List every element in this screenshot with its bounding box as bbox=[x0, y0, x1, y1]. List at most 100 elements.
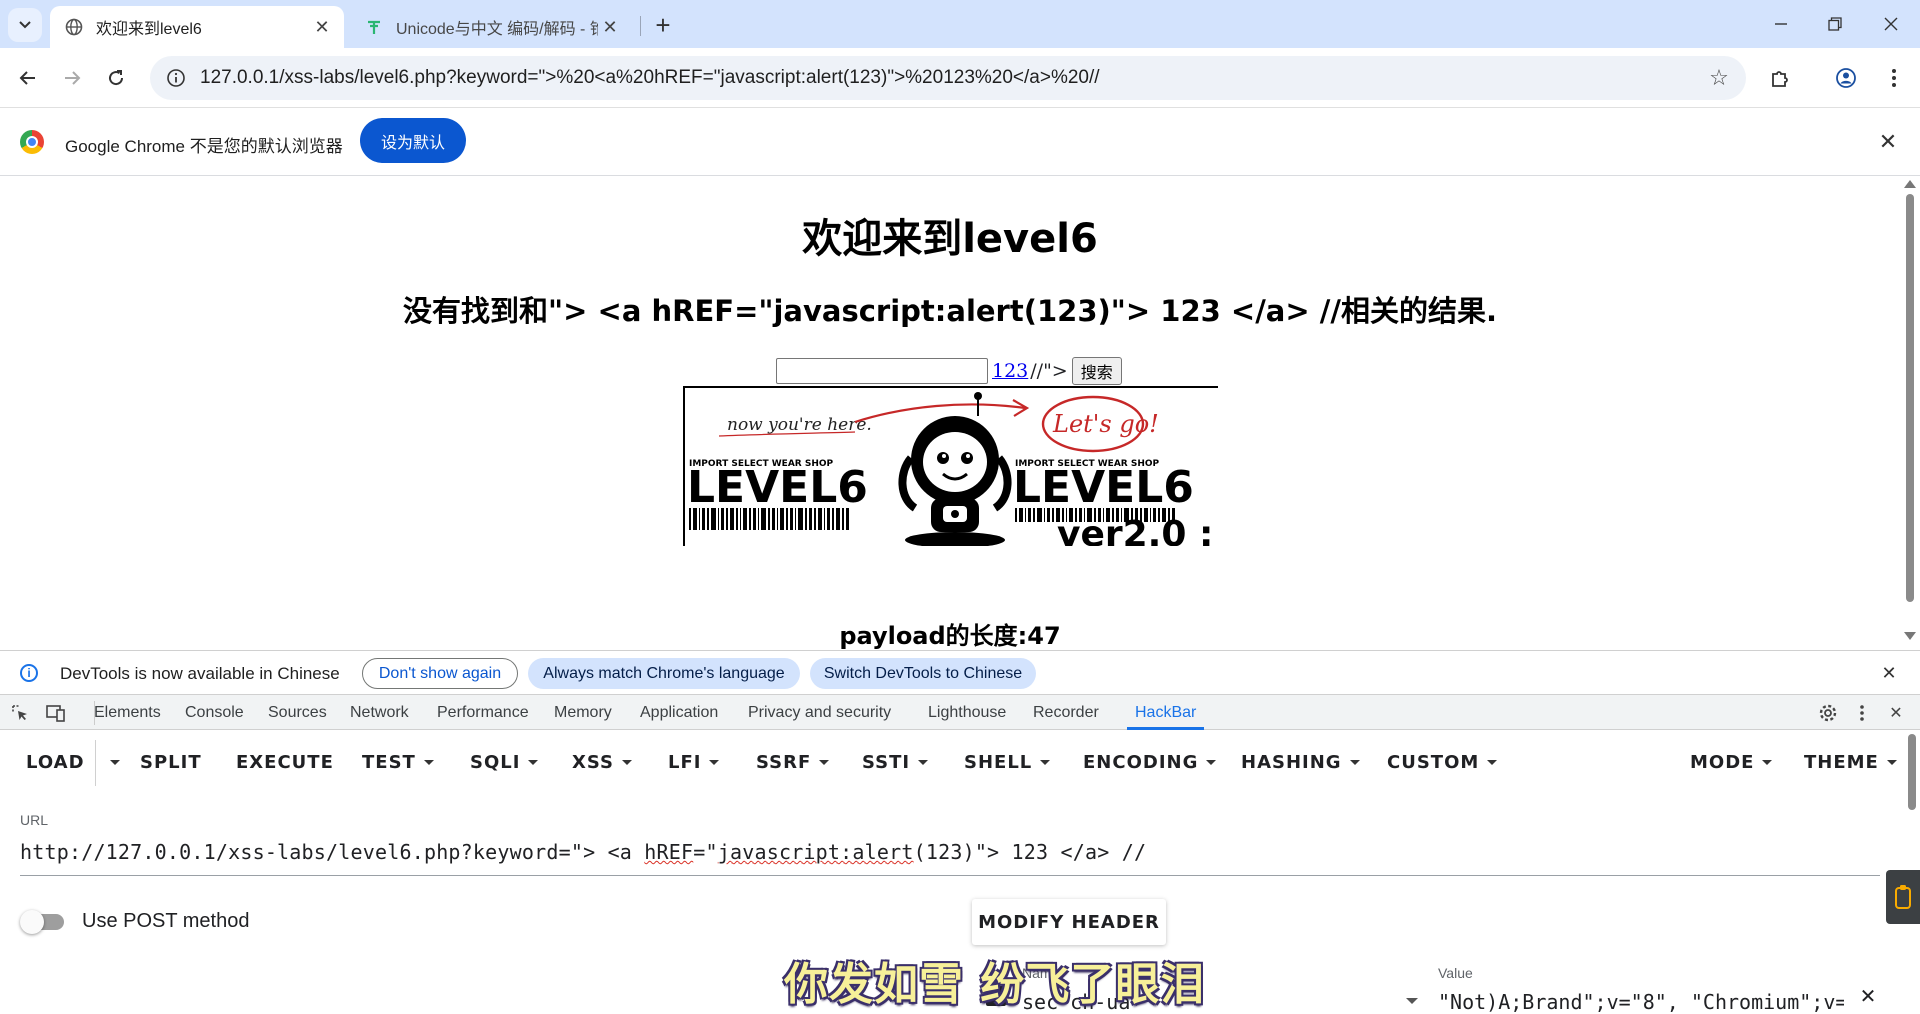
always-match-language-button[interactable]: Always match Chrome's language bbox=[528, 658, 800, 689]
shell-menu[interactable]: SHELL bbox=[964, 744, 1051, 780]
execute-button[interactable]: EXECUTE bbox=[236, 744, 334, 780]
url-textarea[interactable]: http://127.0.0.1/xss-labs/level6.php?key… bbox=[20, 840, 1880, 876]
ssrf-menu[interactable]: SSRF bbox=[756, 744, 830, 780]
tab-elements[interactable]: Elements bbox=[94, 695, 161, 730]
sqli-menu[interactable]: SQLI bbox=[470, 744, 539, 780]
hashing-label: HASHING bbox=[1241, 751, 1342, 773]
tab-level6[interactable]: 欢迎来到level6 ✕ bbox=[50, 6, 344, 48]
kebab-menu-icon[interactable] bbox=[1852, 703, 1872, 723]
forward-button[interactable] bbox=[54, 60, 90, 96]
plus-icon: + bbox=[655, 9, 671, 40]
encoding-label: ENCODING bbox=[1083, 751, 1199, 773]
ssti-menu[interactable]: SSTI bbox=[862, 744, 929, 780]
banner-level-left: LEVEL6 bbox=[687, 462, 868, 513]
url-label: URL bbox=[20, 812, 49, 828]
new-tab-button[interactable]: + bbox=[648, 10, 678, 40]
mode-menu[interactable]: MODE bbox=[1690, 744, 1773, 780]
close-window-button[interactable] bbox=[1862, 0, 1920, 48]
inspect-element-icon[interactable] bbox=[10, 703, 30, 723]
close-icon[interactable]: ✕ bbox=[1876, 129, 1900, 154]
custom-menu[interactable]: CUSTOM bbox=[1387, 744, 1498, 780]
load-button[interactable]: LOAD bbox=[26, 744, 85, 780]
scrollbar-thumb[interactable] bbox=[1908, 734, 1916, 810]
tab-search-button[interactable] bbox=[8, 8, 42, 42]
url-part: http://127.0.0.1/xss-labs/level6.php?key… bbox=[20, 840, 645, 864]
post-method-toggle[interactable] bbox=[20, 910, 68, 934]
chrome-menu-button[interactable] bbox=[1876, 60, 1912, 96]
search-form: 123 //"> 搜索 bbox=[776, 356, 1122, 386]
switch-devtools-chinese-button[interactable]: Switch DevTools to Chinese bbox=[810, 658, 1036, 689]
tab-hackbar[interactable]: HackBar bbox=[1126, 695, 1205, 730]
site-info-icon[interactable] bbox=[166, 68, 186, 88]
encoding-menu[interactable]: ENCODING bbox=[1083, 744, 1217, 780]
split-button[interactable]: SPLIT bbox=[140, 744, 202, 780]
kebab-menu-icon bbox=[1892, 69, 1896, 87]
caret-down-icon bbox=[1040, 759, 1051, 765]
caret-down-icon bbox=[1206, 759, 1217, 765]
button-divider bbox=[95, 740, 96, 786]
address-bar[interactable]: 127.0.0.1/xss-labs/level6.php?keyword=">… bbox=[150, 56, 1746, 100]
custom-label: CUSTOM bbox=[1387, 751, 1480, 773]
caret-down-icon bbox=[1349, 759, 1360, 765]
dropdown-caret-icon[interactable] bbox=[1406, 998, 1418, 1004]
test-menu[interactable]: TEST bbox=[362, 744, 434, 780]
close-tab-icon[interactable]: ✕ bbox=[310, 15, 334, 39]
caret-down-icon bbox=[1886, 759, 1897, 765]
back-button[interactable] bbox=[10, 60, 46, 96]
remove-header-icon[interactable]: ✕ bbox=[1856, 984, 1880, 1008]
minimize-button[interactable] bbox=[1752, 0, 1810, 48]
restore-button[interactable] bbox=[1806, 0, 1864, 48]
arrow-right-icon bbox=[65, 71, 81, 85]
banner-version: ver2.0 : bbox=[1057, 514, 1213, 546]
url-part: (123)"> 123 </a> // bbox=[913, 840, 1147, 864]
payload-length: payload的长度:47 bbox=[839, 622, 1061, 650]
url-part-href: hREF bbox=[644, 840, 694, 864]
search-result-text: 没有找到和"> <a hREF="javascript:alert(123)">… bbox=[403, 294, 1497, 328]
tab-privacy-security[interactable]: Privacy and security bbox=[748, 695, 891, 730]
scroll-down-arrow-icon[interactable] bbox=[1904, 632, 1916, 640]
scrollbar-thumb[interactable] bbox=[1906, 194, 1914, 602]
lfi-menu[interactable]: LFI bbox=[668, 744, 720, 780]
puzzle-icon bbox=[1772, 71, 1788, 87]
settings-gear-icon[interactable] bbox=[1818, 703, 1838, 723]
minimize-icon bbox=[1775, 23, 1787, 25]
tab-sources[interactable]: Sources bbox=[268, 695, 327, 730]
bookmark-star-icon[interactable]: ☆ bbox=[1704, 63, 1734, 93]
search-input[interactable] bbox=[776, 358, 988, 384]
tab-performance[interactable]: Performance bbox=[437, 695, 529, 730]
tab-recorder[interactable]: Recorder bbox=[1033, 695, 1099, 730]
extensions-button[interactable] bbox=[1762, 60, 1798, 96]
injected-link[interactable]: 123 bbox=[992, 360, 1028, 382]
hackbar-scrollbar[interactable] bbox=[1904, 730, 1920, 1014]
page-scrollbar[interactable] bbox=[1900, 176, 1920, 650]
tab-application[interactable]: Application bbox=[640, 695, 718, 730]
sqli-label: SQLI bbox=[470, 751, 521, 773]
tab-lighthouse[interactable]: Lighthouse bbox=[928, 695, 1006, 730]
dont-show-again-button[interactable]: Don't show again bbox=[362, 658, 518, 689]
load-label: LOAD bbox=[26, 751, 85, 773]
hashing-menu[interactable]: HASHING bbox=[1241, 744, 1360, 780]
scroll-up-arrow-icon[interactable] bbox=[1904, 180, 1916, 188]
barcode-left bbox=[689, 508, 849, 530]
close-devtools-icon[interactable]: ✕ bbox=[1886, 703, 1906, 723]
page-heading: 欢迎来到level6 bbox=[802, 216, 1098, 262]
device-toolbar-icon[interactable] bbox=[46, 703, 66, 723]
theme-menu[interactable]: THEME bbox=[1804, 744, 1897, 780]
address-url[interactable]: 127.0.0.1/xss-labs/level6.php?keyword=">… bbox=[200, 67, 1704, 89]
tab-console[interactable]: Console bbox=[185, 695, 244, 730]
close-tab-icon[interactable]: ✕ bbox=[598, 15, 622, 39]
profile-button[interactable] bbox=[1828, 60, 1864, 96]
xss-menu[interactable]: XSS bbox=[572, 744, 632, 780]
set-default-button[interactable]: 设为默认 bbox=[360, 118, 466, 163]
tab-network[interactable]: Network bbox=[350, 695, 409, 730]
tab-unicode[interactable]: Unicode与中文 编码/解码 - 锥 ✕ bbox=[350, 6, 632, 48]
close-icon[interactable]: ✕ bbox=[1878, 662, 1900, 684]
modify-header-button[interactable]: MODIFY HEADER bbox=[972, 899, 1166, 945]
header-value-input[interactable]: "Not)A;Brand";v="8", "Chromium";v= bbox=[1438, 990, 1844, 1014]
toggle-knob bbox=[20, 910, 44, 934]
load-dropdown-button[interactable] bbox=[102, 744, 120, 780]
reload-button[interactable] bbox=[98, 60, 134, 96]
tab-memory[interactable]: Memory bbox=[554, 695, 612, 730]
close-icon bbox=[1884, 17, 1898, 31]
search-button[interactable]: 搜索 bbox=[1071, 357, 1122, 385]
